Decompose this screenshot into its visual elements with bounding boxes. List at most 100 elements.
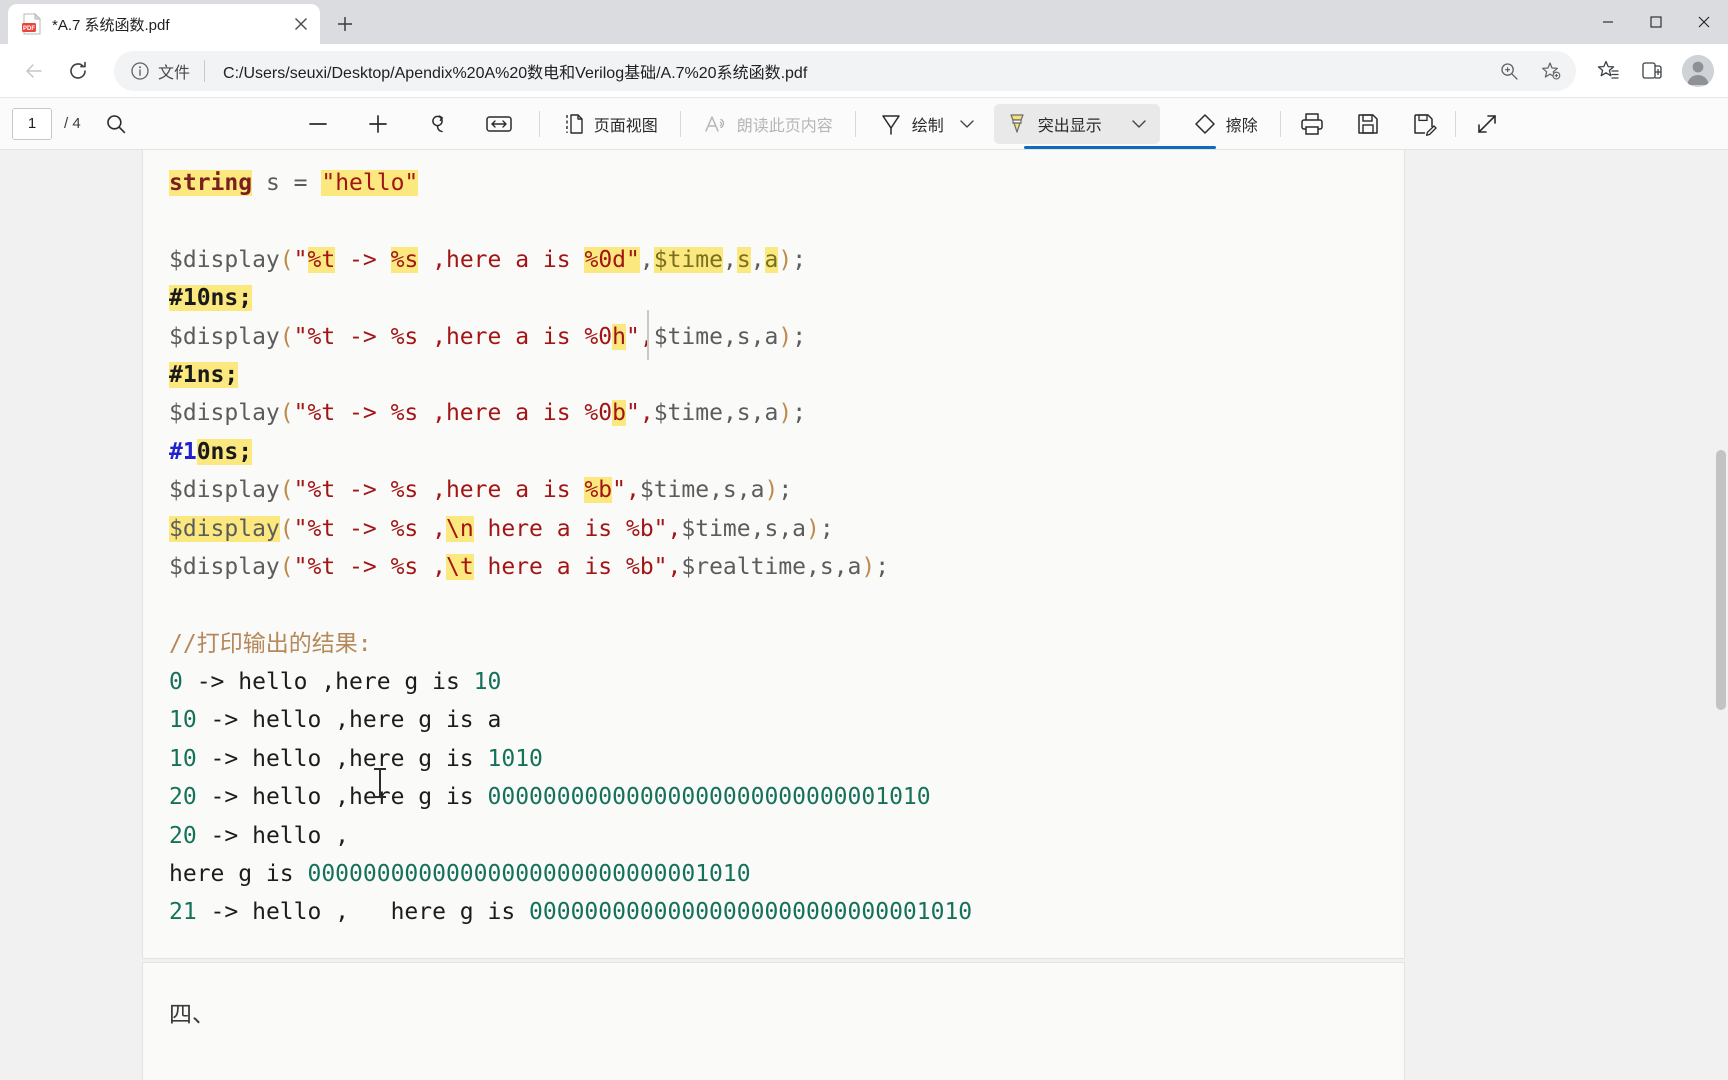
- toolbar-separator-3: [854, 110, 856, 137]
- svg-text:PDF: PDF: [23, 26, 35, 32]
- url-divider: [204, 59, 206, 82]
- code-token: (: [279, 477, 294, 504]
- url-bar[interactable]: 文件 C:/Users/seuxi/Desktop/Apendix%20A%20…: [114, 50, 1576, 91]
- code-token: 21: [169, 899, 197, 926]
- code-token: ): [778, 323, 793, 350]
- favorites-list-icon[interactable]: [1588, 51, 1628, 91]
- window-controls: [1584, 0, 1728, 44]
- highlighted-text: b: [612, 400, 626, 427]
- code-token: ;: [792, 400, 807, 427]
- code-token: -> hello , here g is: [196, 899, 530, 926]
- zoom-out-button[interactable]: [299, 105, 337, 143]
- code-token: ->: [335, 246, 391, 273]
- maximize-button[interactable]: [1632, 0, 1680, 44]
- rotate-icon[interactable]: [419, 105, 457, 143]
- code-token: $time,s,a: [681, 515, 807, 542]
- pdf-code-line: $display("%t -> %s ,here a is %b",$time,…: [169, 471, 1404, 509]
- save-as-icon[interactable]: [1405, 105, 1443, 143]
- draw-button[interactable]: 绘制: [868, 105, 954, 143]
- new-tab-button[interactable]: [326, 7, 364, 41]
- code-token: $display: [169, 553, 280, 580]
- highlighted-text: string: [169, 170, 253, 196]
- code-token: 1010: [487, 745, 543, 772]
- code-token: "%t -> %s ,: [293, 515, 446, 542]
- code-token: 00000000000000000000000000001010: [487, 784, 931, 811]
- text-caret: [647, 310, 649, 360]
- pdf-page[interactable]: string s = "hello" $display("%t -> %s ,h…: [143, 150, 1404, 958]
- code-token: -> hello ,here g is: [196, 745, 488, 772]
- code-token: ,: [750, 246, 765, 273]
- zoom-in-button[interactable]: [359, 105, 397, 143]
- code-token: -> hello ,here g is: [196, 784, 488, 811]
- reload-icon[interactable]: [58, 51, 98, 91]
- fit-to-width-icon[interactable]: [479, 105, 519, 143]
- draw-chevron-down-icon[interactable]: [956, 105, 978, 143]
- code-token: (: [279, 553, 294, 580]
- highlight-chevron-down-icon[interactable]: [1128, 105, 1150, 143]
- code-token: ): [806, 515, 820, 542]
- close-button[interactable]: [1680, 0, 1728, 44]
- split-screen-icon[interactable]: [1632, 51, 1672, 91]
- minimize-button[interactable]: [1584, 0, 1632, 44]
- pdf-toolbar: 1 / 4 页面视图 朗读此页内容 绘制 突出显示 擦除: [0, 98, 1728, 150]
- erase-button[interactable]: 擦除: [1182, 105, 1268, 143]
- pdf-code-line: $display("%t -> %s ,here a is %0h",$time…: [169, 318, 1404, 356]
- tab-close-icon[interactable]: [288, 11, 314, 37]
- back-arrow-icon[interactable]: [14, 51, 54, 91]
- pdf-code-line: string s = "hello": [169, 164, 1404, 202]
- save-icon[interactable]: [1349, 105, 1387, 143]
- highlighted-text: "hello": [321, 170, 419, 196]
- next-page-snippet: 四、: [169, 1002, 215, 1028]
- toolbar-separator-5: [1454, 110, 1456, 137]
- search-icon[interactable]: [97, 105, 135, 143]
- info-circle-icon[interactable]: [130, 61, 150, 81]
- pdf-code-line: 21 -> hello , here g is 0000000000000000…: [169, 893, 1404, 931]
- code-token: $realtime,s,a: [681, 553, 862, 580]
- pdf-code-line: $display("%t -> %s ,\t here a is %b",$re…: [169, 548, 1404, 586]
- code-token: ;: [778, 477, 793, 504]
- code-token: 0: [169, 669, 183, 696]
- add-favorite-star-icon[interactable]: [1534, 54, 1568, 88]
- pdf-viewer[interactable]: string s = "hello" $display("%t -> %s ,h…: [0, 150, 1728, 1080]
- page-number-input[interactable]: 1: [12, 107, 52, 140]
- code-token: $time,s,a: [639, 477, 765, 504]
- code-token: $display: [169, 477, 280, 504]
- code-token: ": [293, 246, 308, 273]
- code-token: ): [778, 400, 793, 427]
- highlight-label: 突出显示: [1037, 117, 1102, 135]
- code-token: $time,s,a: [653, 400, 779, 427]
- pdf-next-page[interactable]: 四、: [143, 963, 1404, 1080]
- pdf-code-line: 20 -> hello ,here g is 00000000000000000…: [169, 778, 1404, 816]
- zoom-in-icon[interactable]: [1492, 54, 1526, 88]
- code-token: 10: [473, 669, 502, 696]
- highlighted-text: #1ns;: [169, 361, 239, 388]
- profile-avatar-icon[interactable]: [1682, 54, 1714, 87]
- scrollbar-thumb[interactable]: [1716, 450, 1726, 710]
- code-token: "%t -> %s ,: [293, 553, 446, 580]
- code-token: $time,s,a: [653, 323, 779, 350]
- pdf-code-line: $display("%t -> %s ,here a is %0d",$time…: [169, 241, 1404, 279]
- tab-title: *A.7 系统函数.pdf: [52, 16, 170, 34]
- code-token: 20: [169, 784, 197, 811]
- print-icon[interactable]: [1293, 105, 1331, 143]
- page-view-button[interactable]: 页面视图: [552, 105, 668, 143]
- browser-tab[interactable]: PDF *A.7 系统函数.pdf: [8, 4, 320, 44]
- expand-icon[interactable]: [1468, 105, 1506, 143]
- highlighted-text: %t: [307, 246, 336, 273]
- read-aloud-label: 朗读此页内容: [736, 117, 833, 135]
- pdf-code-line: [169, 586, 1404, 624]
- pdf-code-line: 0 -> hello ,here g is 10: [169, 663, 1404, 701]
- highlighted-text: s: [736, 246, 751, 273]
- code-token: ,: [722, 246, 737, 273]
- url-text[interactable]: C:/Users/seuxi/Desktop/Apendix%20A%20数电和…: [223, 59, 1484, 83]
- code-token: (: [279, 246, 294, 273]
- pdf-code-line: $display("%t -> %s ,here a is %0b",$time…: [169, 394, 1404, 432]
- highlighted-text: #10ns;: [169, 285, 253, 312]
- code-token: (: [279, 515, 294, 542]
- vertical-scrollbar[interactable]: [1714, 150, 1728, 1080]
- highlight-button[interactable]: 突出显示: [993, 103, 1160, 144]
- read-aloud-button[interactable]: 朗读此页内容: [693, 105, 843, 143]
- pdf-code-line: here g is 000000000000000000000000000010…: [169, 855, 1404, 893]
- code-token: ): [764, 477, 779, 504]
- code-token: 00000000000000000000000000001010: [529, 899, 973, 926]
